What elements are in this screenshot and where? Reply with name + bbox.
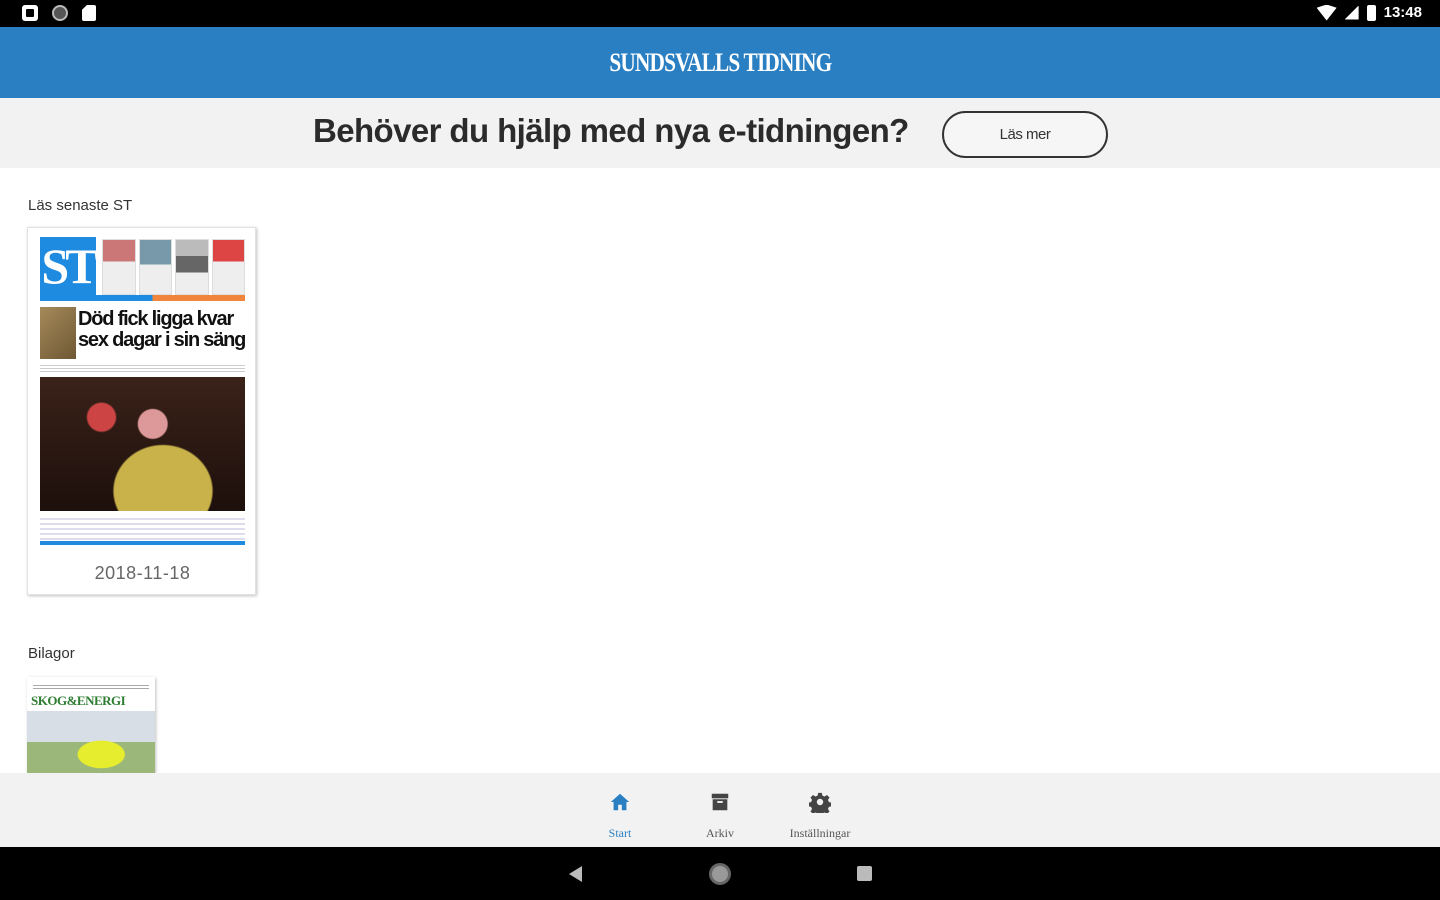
supplement-title: SKOG&ENERGI (31, 693, 126, 708)
system-navigation-bar (0, 847, 1440, 900)
app-bar: Sundsvalls Tidning (0, 27, 1440, 98)
latest-issue-card[interactable]: ST Död fick ligga kvar sex dagar i sin s… (27, 227, 256, 595)
cover-teasers (102, 239, 245, 295)
nav-settings[interactable]: Inställningar (770, 791, 870, 841)
cover-headline: Död fick ligga kvar sex dagar i sin säng (78, 308, 245, 351)
bottom-navigation: Start Arkiv Inställningar (0, 773, 1440, 847)
status-bar: 13:48 (0, 0, 1440, 27)
read-more-button[interactable]: Läs mer (942, 111, 1108, 158)
wifi-icon (1316, 4, 1337, 21)
notification-icons (22, 5, 96, 21)
cover-main-photo (40, 377, 245, 511)
sd-card-icon (82, 5, 96, 21)
cover-side-photo (40, 307, 76, 359)
signal-icon (1344, 5, 1359, 20)
recent-apps-icon[interactable] (857, 866, 872, 881)
home-icon (610, 793, 630, 811)
issue-cover-image: ST Död fick ligga kvar sex dagar i sin s… (40, 237, 245, 545)
nav-arkiv[interactable]: Arkiv (670, 791, 770, 841)
issue-date: 2018-11-18 (94, 563, 191, 583)
latest-issue-title: Läs senaste ST (28, 197, 133, 214)
cover-footer (40, 515, 245, 545)
notification-app-icon (22, 5, 38, 21)
back-icon[interactable] (569, 866, 582, 882)
supplements-title: Bilagor (28, 645, 75, 662)
help-banner: Behöver du hjälp med nya e-tidningen? (0, 98, 1440, 168)
notification-sync-icon (52, 5, 68, 21)
supplement-cover-photo (27, 711, 155, 773)
help-banner-text: Behöver du hjälp med nya e-tidningen? (313, 112, 909, 149)
home-button-icon[interactable] (709, 863, 731, 885)
newspaper-logo: Sundsvalls Tidning (608, 47, 832, 77)
status-time: 13:48 (1383, 4, 1422, 21)
nav-start-label: Start (608, 826, 632, 840)
nav-start[interactable]: Start (570, 791, 670, 841)
supplement-card[interactable]: SKOG&ENERGI (27, 677, 155, 773)
cover-masthead: ST (40, 237, 99, 295)
gear-icon (808, 792, 832, 817)
nav-settings-label: Inställningar (789, 826, 851, 840)
nav-arkiv-label: Arkiv (706, 826, 734, 840)
system-status: 13:48 (1316, 4, 1422, 21)
archive-icon (711, 793, 729, 811)
battery-icon (1366, 4, 1376, 21)
